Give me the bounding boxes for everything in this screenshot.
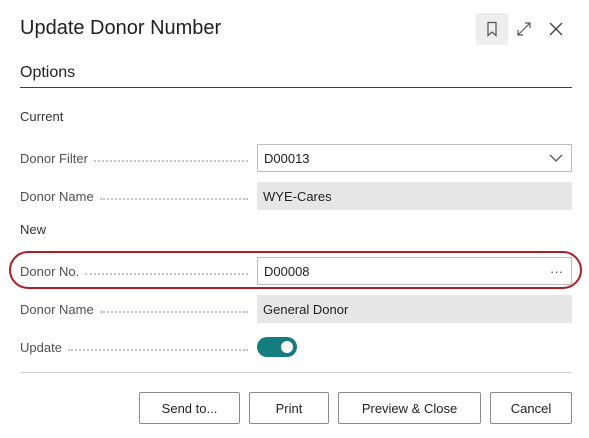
new-donor-name-field: General Donor bbox=[257, 295, 572, 323]
expand-icon bbox=[517, 22, 531, 36]
group-current-label: Current bbox=[20, 109, 64, 124]
print-button[interactable]: Print bbox=[249, 392, 329, 424]
preview-close-button[interactable]: Preview & Close bbox=[338, 392, 481, 424]
donor-filter-label: Donor Filter bbox=[20, 144, 252, 172]
leader-dots bbox=[99, 198, 248, 200]
donor-no-value: D00008 bbox=[264, 263, 310, 279]
current-donor-name-field: WYE-Cares bbox=[257, 182, 572, 210]
current-donor-name-label-text: Donor Name bbox=[20, 188, 94, 204]
bookmark-button[interactable] bbox=[476, 13, 508, 45]
new-donor-name-label-text: Donor Name bbox=[20, 301, 94, 317]
send-to-button[interactable]: Send to... bbox=[139, 392, 240, 424]
group-new-label: New bbox=[20, 222, 47, 237]
current-donor-name-value: WYE-Cares bbox=[263, 188, 332, 204]
update-toggle[interactable] bbox=[257, 337, 297, 357]
donor-no-field[interactable]: D00008 ··· bbox=[257, 257, 572, 285]
donor-no-label: Donor No. bbox=[20, 257, 252, 285]
new-donor-name-value: General Donor bbox=[263, 301, 349, 317]
leader-dots bbox=[85, 273, 248, 275]
donor-filter-field[interactable]: D00013 bbox=[257, 144, 572, 172]
current-donor-name-label: Donor Name bbox=[20, 182, 252, 210]
leader-dots bbox=[93, 160, 248, 162]
leader-dots bbox=[67, 349, 248, 351]
lookup-ellipsis-icon[interactable]: ··· bbox=[550, 258, 563, 284]
close-button[interactable] bbox=[540, 13, 572, 45]
footer-divider bbox=[20, 372, 572, 373]
chevron-down-icon[interactable] bbox=[549, 145, 563, 171]
update-label: Update bbox=[20, 333, 252, 361]
expand-button[interactable] bbox=[508, 13, 540, 45]
update-label-text: Update bbox=[20, 339, 62, 355]
dialog-title: Update Donor Number bbox=[20, 17, 222, 39]
section-divider bbox=[20, 87, 572, 88]
cancel-button[interactable]: Cancel bbox=[490, 392, 572, 424]
donor-no-label-text: Donor No. bbox=[20, 263, 80, 279]
toggle-knob bbox=[281, 341, 293, 353]
section-title[interactable]: Options bbox=[20, 64, 75, 82]
leader-dots bbox=[99, 311, 248, 313]
bookmark-icon bbox=[487, 21, 497, 37]
new-donor-name-label: Donor Name bbox=[20, 295, 252, 323]
close-icon bbox=[549, 22, 563, 36]
donor-filter-label-text: Donor Filter bbox=[20, 150, 88, 166]
donor-filter-value: D00013 bbox=[264, 150, 310, 166]
